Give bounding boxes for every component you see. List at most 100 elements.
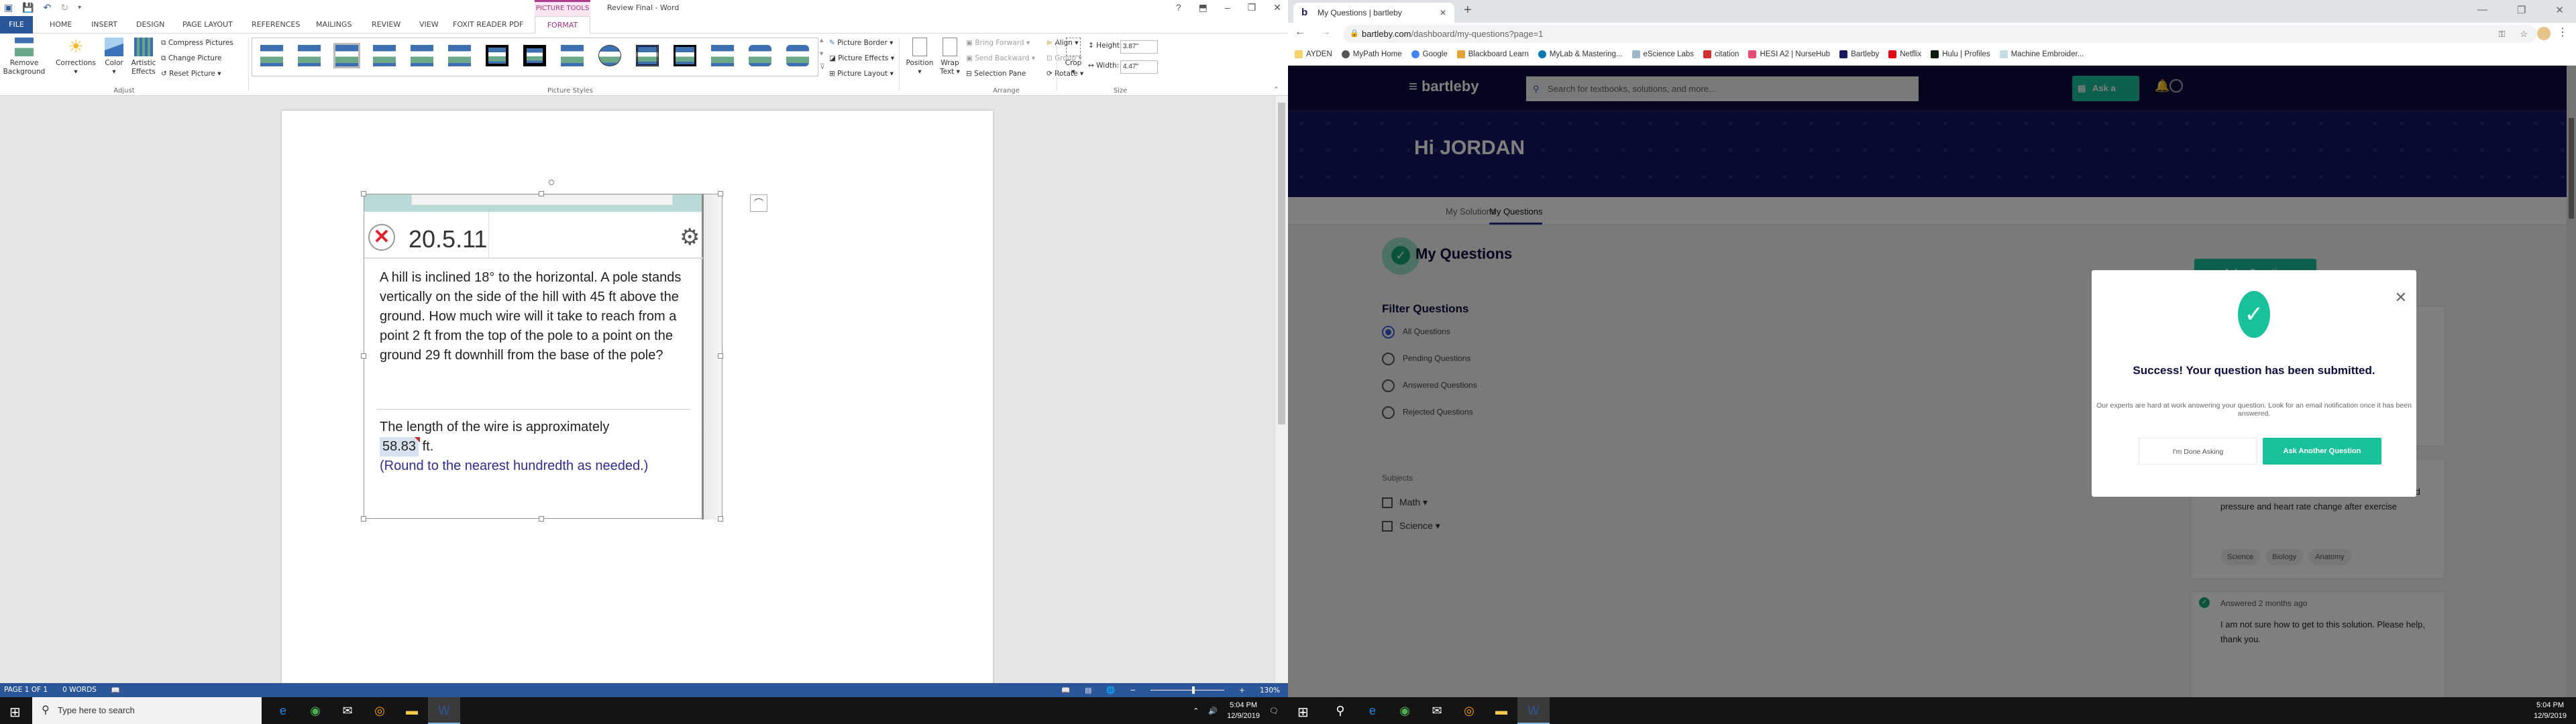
tab-foxit-reader-pdf[interactable]: FOXIT READER PDF xyxy=(453,16,523,34)
bring-forward-button[interactable]: ▣ Bring Forward ▾ xyxy=(966,39,1030,47)
bookmark-item[interactable]: MyLab & Mastering... xyxy=(1538,50,1623,59)
save-icon[interactable]: 💾 xyxy=(22,2,34,13)
back-button[interactable]: ← xyxy=(1295,26,1305,40)
redo-icon[interactable]: ↻ xyxy=(60,2,68,13)
picture-style-thumb[interactable] xyxy=(411,45,433,66)
layout-options-icon[interactable]: ⌒ xyxy=(750,194,767,212)
word-taskbar-icon[interactable]: W xyxy=(428,697,460,724)
windows-start-icon[interactable]: ⊞ xyxy=(9,704,21,721)
print-layout-icon[interactable]: ▤ xyxy=(1085,686,1091,695)
height-input[interactable]: 3.87" xyxy=(1120,40,1158,54)
tray-chevron-icon[interactable]: ⌃ xyxy=(1193,707,1199,715)
embedded-problem-image[interactable]: ✕ 20.5.11 ⚙ A hill is inclined 18° to th… xyxy=(364,194,722,520)
change-picture-button[interactable]: ⧉ Change Picture xyxy=(161,54,222,63)
bookmark-item[interactable]: Blackboard Learn xyxy=(1456,50,1529,59)
search-icon[interactable]: ⚲ xyxy=(1324,697,1356,724)
tab-view[interactable]: VIEW xyxy=(419,16,439,34)
picture-style-thumb[interactable] xyxy=(636,45,659,66)
bookmark-item[interactable]: Hulu | Profiles xyxy=(1931,50,1990,59)
new-tab-button[interactable]: + xyxy=(1464,3,1472,18)
wrap-text-button[interactable]: Wrap Text ▾ xyxy=(936,38,963,76)
picture-style-thumb[interactable] xyxy=(523,45,546,66)
picture-layout-button[interactable]: ⊞ Picture Layout ▾ xyxy=(829,70,894,78)
minimize-button[interactable]: – xyxy=(1225,2,1230,13)
scroll-thumb[interactable] xyxy=(1278,103,1285,424)
picture-style-thumb[interactable] xyxy=(561,45,584,66)
qat-customize-icon[interactable]: ▾ xyxy=(78,4,81,11)
rotate-handle[interactable] xyxy=(549,180,554,185)
word-taskbar-icon[interactable]: W xyxy=(1517,697,1550,724)
bookmark-star-icon[interactable]: ☆ xyxy=(2520,25,2528,43)
picture-style-thumb[interactable] xyxy=(786,45,809,66)
windows-start-icon[interactable]: ⊞ xyxy=(1297,704,1309,721)
tab-home[interactable]: HOME xyxy=(50,16,72,34)
zoom-out-button[interactable]: − xyxy=(1130,686,1136,695)
bookmark-item[interactable]: Machine Embroider... xyxy=(1999,50,2084,59)
restore-button[interactable]: ❐ xyxy=(1248,2,1256,13)
done-asking-button[interactable]: I'm Done Asking xyxy=(2139,438,2257,465)
tab-format[interactable]: FORMAT xyxy=(535,16,590,34)
help-icon[interactable]: ? xyxy=(1176,2,1181,13)
zoom-level[interactable]: 130% xyxy=(1260,686,1280,695)
picture-style-thumb[interactable] xyxy=(674,45,696,66)
app-orange-icon[interactable]: ◎ xyxy=(364,697,396,724)
picture-effects-button[interactable]: ◪ Picture Effects ▾ xyxy=(829,54,894,62)
undo-icon[interactable]: ↶ xyxy=(44,2,52,13)
tab-references[interactable]: REFERENCES xyxy=(252,16,300,34)
mail-icon[interactable]: ✉ xyxy=(1421,697,1453,724)
picture-style-thumb[interactable] xyxy=(598,45,621,66)
address-bar[interactable]: 🔒 bartleby.com/dashboard/my-questions?pa… xyxy=(1343,25,2537,43)
chrome-icon[interactable]: ◉ xyxy=(1389,697,1421,724)
selection-pane-button[interactable]: ⊟ Selection Pane xyxy=(966,70,1026,78)
resize-handle[interactable] xyxy=(718,516,723,522)
clock[interactable]: 5:04 PM 12/9/2019 xyxy=(1227,700,1260,721)
word-count[interactable]: 0 WORDS xyxy=(62,686,97,695)
compress-pictures-button[interactable]: ⧉ Compress Pictures xyxy=(161,39,233,48)
volume-icon[interactable]: 🔊 xyxy=(1208,707,1218,715)
resize-handle[interactable] xyxy=(361,191,366,196)
bookmark-item[interactable]: Google xyxy=(1411,50,1448,59)
chrome-tab-my-questions[interactable]: b My Questions | bartleby ✕ xyxy=(1293,3,1454,23)
close-icon[interactable]: ✕ xyxy=(2395,289,2407,306)
bookmark-item[interactable]: Bartleby xyxy=(1839,50,1879,59)
remove-background-button[interactable]: Remove Background xyxy=(3,38,46,76)
gallery-scroll-down[interactable]: ▾ xyxy=(820,50,823,58)
bookmark-item[interactable]: citation xyxy=(1703,50,1739,59)
resize-handle[interactable] xyxy=(718,191,723,196)
tab-design[interactable]: DESIGN xyxy=(136,16,164,34)
vertical-scrollbar[interactable] xyxy=(1275,96,1288,683)
resize-handle[interactable] xyxy=(361,353,366,359)
ribbon-display-icon[interactable]: ⬒ xyxy=(1199,2,1208,13)
file-explorer-icon[interactable]: ▬ xyxy=(1485,697,1517,724)
picture-border-button[interactable]: ✎ Picture Border ▾ xyxy=(829,39,893,47)
chrome-icon[interactable]: ◉ xyxy=(299,697,331,724)
picture-style-thumb[interactable] xyxy=(749,45,771,66)
edge-icon[interactable]: e xyxy=(267,697,299,724)
close-tab-icon[interactable]: ✕ xyxy=(1440,3,1446,23)
chrome-close-button[interactable]: ✕ xyxy=(2555,4,2564,16)
gallery-scroll-up[interactable]: ▴ xyxy=(820,36,823,44)
artistic-effects-button[interactable]: Artistic Effects xyxy=(129,38,158,76)
resize-handle[interactable] xyxy=(361,516,366,522)
crop-button[interactable]: Crop ▾ xyxy=(1061,38,1085,76)
send-backward-button[interactable]: ▣ Send Backward ▾ xyxy=(966,54,1035,62)
color-button[interactable]: Color ▾ xyxy=(102,38,126,76)
action-center-icon[interactable]: 🗨 xyxy=(1269,707,1279,715)
chrome-minimize-button[interactable]: — xyxy=(2477,4,2487,16)
tab-review[interactable]: REVIEW xyxy=(372,16,400,34)
profile-avatar[interactable] xyxy=(2537,27,2551,40)
picture-style-thumb[interactable] xyxy=(448,45,471,66)
chrome-menu-icon[interactable]: ⋮ xyxy=(2557,25,2568,39)
forward-button[interactable]: → xyxy=(1320,26,1331,40)
resize-handle[interactable] xyxy=(539,516,544,522)
clock[interactable]: 5:04 PM 12/9/2019 xyxy=(2534,700,2567,721)
read-mode-icon[interactable]: 📖 xyxy=(1061,686,1070,695)
corrections-button[interactable]: ☀ Corrections ▾ xyxy=(55,38,97,76)
resize-handle[interactable] xyxy=(539,191,544,196)
picture-style-thumb[interactable] xyxy=(333,43,360,68)
picture-styles-gallery[interactable] xyxy=(252,38,818,76)
bookmark-item[interactable]: MyPath Home xyxy=(1341,50,1402,59)
taskbar-search-input[interactable]: ⚲ Type here to search xyxy=(32,697,262,724)
reset-picture-button[interactable]: ↺ Reset Picture ▾ xyxy=(161,70,221,78)
picture-style-thumb[interactable] xyxy=(373,45,396,66)
